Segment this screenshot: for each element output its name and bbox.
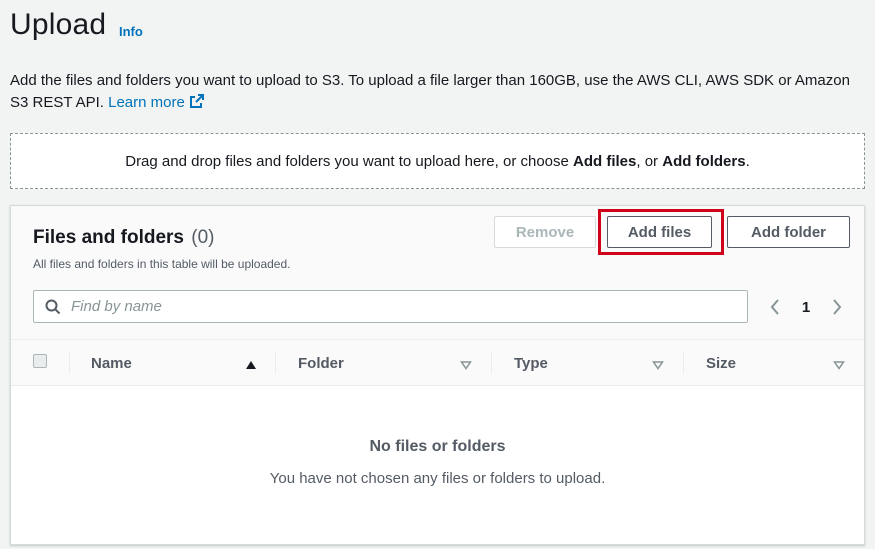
panel-header: Files and folders (0) All files and fold… [11, 206, 864, 339]
dropzone-prefix: Drag and drop files and folders you want… [125, 152, 569, 170]
page-description: Add the files and folders you want to up… [10, 70, 870, 116]
sort-ascending-icon[interactable] [245, 357, 257, 375]
dropzone-add-folders: Add folders [662, 152, 746, 170]
remove-button[interactable]: Remove [494, 216, 596, 248]
column-header-type[interactable]: Type [514, 340, 548, 386]
current-page-number[interactable]: 1 [785, 299, 827, 316]
pagination: 1 [765, 294, 847, 320]
dropzone-add-files: Add files [573, 152, 637, 170]
drop-zone[interactable]: Drag and drop files and folders you want… [10, 133, 865, 189]
empty-state-description: You have not chosen any files or folders… [269, 470, 606, 487]
column-divider [69, 352, 70, 374]
empty-state-title: No files or folders [369, 438, 506, 455]
panel-title: Files and folders (0) [33, 227, 215, 249]
panel-title-text: Files and folders [33, 227, 184, 248]
external-link-icon [189, 93, 205, 116]
search-input[interactable] [71, 298, 711, 315]
learn-more-label: Learn more [108, 94, 185, 111]
files-and-folders-panel: Files and folders (0) All files and fold… [10, 205, 865, 545]
add-files-button[interactable]: Add files [607, 216, 712, 248]
column-header-folder[interactable]: Folder [298, 340, 344, 386]
column-divider [491, 352, 492, 374]
select-all-checkbox[interactable] [33, 354, 47, 368]
panel-subtitle: All files and folders in this table will… [33, 257, 291, 271]
info-link[interactable]: Info [119, 24, 143, 39]
column-header-size[interactable]: Size [706, 340, 736, 386]
search-icon [45, 299, 61, 315]
sort-icon[interactable] [460, 357, 472, 375]
next-page-icon[interactable] [827, 298, 847, 316]
dropzone-suffix: . [745, 152, 750, 170]
dropzone-middle: , or [636, 152, 659, 170]
sort-icon[interactable] [652, 357, 664, 375]
table-header: Name Folder Type Size [11, 339, 864, 386]
add-folder-button[interactable]: Add folder [727, 216, 850, 248]
sort-icon[interactable] [833, 357, 845, 375]
previous-page-icon[interactable] [765, 298, 785, 316]
column-header-name[interactable]: Name [91, 340, 132, 386]
column-divider [683, 352, 684, 374]
column-divider [275, 352, 276, 374]
file-count: (0) [191, 227, 215, 248]
search-box [33, 290, 748, 323]
page-title: Upload [10, 8, 107, 41]
learn-more-link[interactable]: Learn more [108, 94, 205, 111]
